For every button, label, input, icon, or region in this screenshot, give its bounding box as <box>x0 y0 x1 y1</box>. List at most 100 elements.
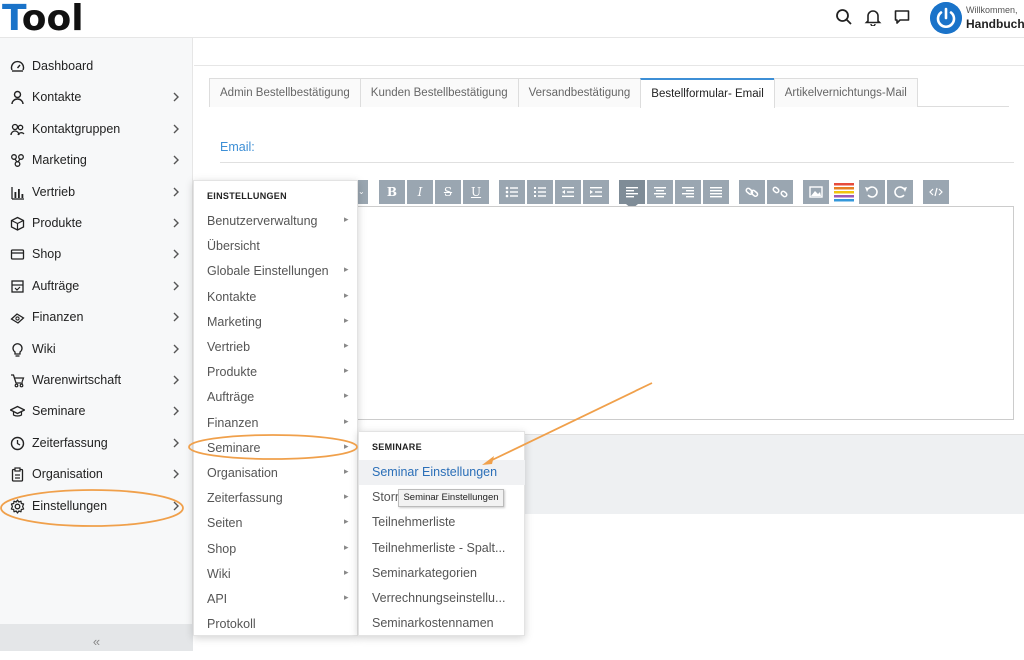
sidebar-item-label: Kontakte <box>32 90 82 105</box>
text-color-icon[interactable] <box>831 180 857 204</box>
sidebar-item-dashboard[interactable]: Dashboard <box>0 51 193 82</box>
einstellungen-item-seminare[interactable]: Seminare ▸ <box>194 436 358 461</box>
bell-icon[interactable] <box>864 8 882 26</box>
menu-item-label: Vertrieb <box>207 340 251 354</box>
menu-item-label: Verrechnungseinstellu... <box>372 591 506 605</box>
tooltip: Seminar Einstellungen <box>398 489 504 507</box>
sidebar-collapse-button[interactable]: « <box>0 624 193 651</box>
einstellungen-item-marketing[interactable]: Marketing ▸ <box>194 310 358 335</box>
einstellungen-item-api[interactable]: API ▸ <box>194 587 358 612</box>
einstellungen-item-zeiterfassung[interactable]: Zeiterfassung ▸ <box>194 486 358 511</box>
sidebar-item-auftraege[interactable]: Aufträge <box>0 271 193 302</box>
seminare-item-seminarkostennamen[interactable]: Seminarkostennamen <box>359 611 525 636</box>
align-right-icon[interactable] <box>675 180 701 204</box>
gear-icon <box>10 498 25 514</box>
menu-item-label: Shop <box>207 541 237 556</box>
sidebar-item-label: Kontaktgruppen <box>32 121 121 136</box>
einstellungen-item-produkte[interactable]: Produkte ▸ <box>194 360 358 385</box>
einstellungen-item-protokoll[interactable]: Protokoll <box>194 612 358 637</box>
sidebar-item-kontaktgruppen[interactable]: Kontaktgruppen <box>0 114 193 145</box>
indent-icon[interactable] <box>583 180 609 204</box>
strikethrough-button[interactable]: S <box>435 180 461 204</box>
seminare-item-teilnehmerliste-spalt[interactable]: Teilnehmerliste - Spalt... <box>359 536 525 561</box>
menu-item-label: Seminarkategorien <box>372 565 477 580</box>
einstellungen-item-finanzen[interactable]: Finanzen ▸ <box>194 411 358 436</box>
undo-icon[interactable] <box>859 180 885 204</box>
einstellungen-item-benutzerverwaltung[interactable]: Benutzerverwaltung ▸ <box>194 209 358 234</box>
align-justify-icon[interactable] <box>703 180 729 204</box>
search-icon[interactable] <box>835 8 853 26</box>
sidebar-item-wiki[interactable]: Wiki <box>0 334 193 365</box>
code-view-icon[interactable] <box>923 180 949 204</box>
seminare-item-seminar-einstellungen[interactable]: Seminar Einstellungen <box>359 460 525 485</box>
tab-bestellformular-email[interactable]: Bestellformular- Email <box>640 78 775 108</box>
sidebar-item-kontakte[interactable]: Kontakte <box>0 82 193 113</box>
bullet-list-icon[interactable] <box>499 180 525 204</box>
chevron-right-icon <box>173 312 179 322</box>
einstellungen-item-organisation[interactable]: Organisation ▸ <box>194 461 358 486</box>
einstellungen-item-globale-einstellungen[interactable]: Globale Einstellungen ▸ <box>194 259 358 284</box>
sidebar-item-shop[interactable]: Shop <box>0 239 193 270</box>
image-icon[interactable] <box>803 180 829 204</box>
redo-icon[interactable] <box>887 180 913 204</box>
sidebar-item-produkte[interactable]: Produkte <box>0 208 193 239</box>
einstellungen-item-vertrieb[interactable]: Vertrieb ▸ <box>194 335 358 360</box>
sidebar: Dashboard Kontakte Kontaktgruppen Marketing… <box>0 38 193 651</box>
caret-right-icon: ▸ <box>344 566 349 577</box>
order-icon <box>11 280 24 293</box>
sidebar-item-seminare[interactable]: Seminare <box>0 396 193 427</box>
seminare-item-teilnehmerliste[interactable]: Teilnehmerliste <box>359 510 525 535</box>
chevron-right-icon <box>173 469 179 479</box>
sidebar-item-einstellungen[interactable]: Einstellungen <box>0 491 193 522</box>
align-left-icon[interactable] <box>619 180 645 209</box>
menu-item-label: Organisation <box>207 466 278 480</box>
einstellungen-item-shop[interactable]: Shop ▸ <box>194 537 358 562</box>
sidebar-item-marketing[interactable]: Marketing <box>0 145 193 176</box>
chat-icon[interactable] <box>893 8 911 26</box>
chevron-down-icon: ⌄ <box>358 187 365 196</box>
italic-button[interactable]: I <box>407 180 433 204</box>
menu-item-label: Seminare <box>207 440 261 455</box>
money-icon <box>10 313 25 324</box>
sidebar-item-label: Aufträge <box>32 278 80 293</box>
einstellungen-item-seiten[interactable]: Seiten ▸ <box>194 511 358 536</box>
sidebar-item-vertrieb[interactable]: Vertrieb <box>0 177 193 208</box>
einstellungen-item-kontakte[interactable]: Kontakte ▸ <box>194 285 358 310</box>
numbered-list-icon[interactable] <box>527 180 553 204</box>
sidebar-item-finanzen[interactable]: Finanzen <box>0 302 193 333</box>
unlink-icon[interactable] <box>767 180 793 204</box>
user-welcome: Willkommen, <box>966 5 1018 15</box>
sidebar-item-warenwirtschaft[interactable]: Warenwirtschaft <box>0 365 193 396</box>
link-icon[interactable] <box>739 180 765 204</box>
einstellungen-item-uebersicht[interactable]: Übersicht <box>194 234 358 259</box>
graduation-cap-icon <box>10 406 25 417</box>
user-name: Handbuch <box>966 17 1024 31</box>
sidebar-item-organisation[interactable]: Organisation <box>0 459 193 490</box>
sidebar-item-label: Seminare <box>32 404 86 419</box>
sidebar-item-label: Vertrieb <box>32 184 76 199</box>
menu-item-label: Protokoll <box>207 617 256 632</box>
marketing-icon <box>11 154 24 168</box>
menu-item-label: Benutzerverwaltung <box>207 214 318 228</box>
tab-bar: Admin Bestellbestätigung Kunden Bestellb… <box>209 78 1009 108</box>
underline-button[interactable]: U <box>463 180 489 204</box>
tab-versandbestaetigung[interactable]: Versandbestätigung <box>517 78 642 107</box>
caret-right-icon: ▸ <box>344 390 349 401</box>
outdent-icon[interactable] <box>555 180 581 204</box>
user-icon <box>11 91 24 105</box>
clipboard-icon <box>11 467 24 482</box>
tab-admin-bestellbestaetigung[interactable]: Admin Bestellbestätigung <box>209 78 361 107</box>
tab-artikelvernichtungs-mail[interactable]: Artikelvernichtungs-Mail <box>773 78 918 107</box>
seminare-item-verrechnungseinstellu[interactable]: Verrechnungseinstellu... <box>359 586 525 611</box>
sidebar-item-zeiterfassung[interactable]: Zeiterfassung <box>0 428 193 459</box>
align-center-icon[interactable] <box>647 180 673 204</box>
user-menu[interactable]: Willkommen, Handbuch <box>930 1 1024 37</box>
sidebar-item-label: Shop <box>32 247 62 262</box>
bold-button[interactable]: B <box>379 180 405 204</box>
menu-item-label: Seiten <box>207 516 243 531</box>
einstellungen-item-auftraege[interactable]: Aufträge ▸ <box>194 385 358 410</box>
app-logo[interactable]: Tool <box>2 0 84 38</box>
seminare-item-seminarkategorien[interactable]: Seminarkategorien <box>359 561 525 586</box>
einstellungen-item-wiki[interactable]: Wiki ▸ <box>194 562 358 587</box>
tab-kunden-bestellbestaetigung[interactable]: Kunden Bestellbestätigung <box>359 78 519 107</box>
